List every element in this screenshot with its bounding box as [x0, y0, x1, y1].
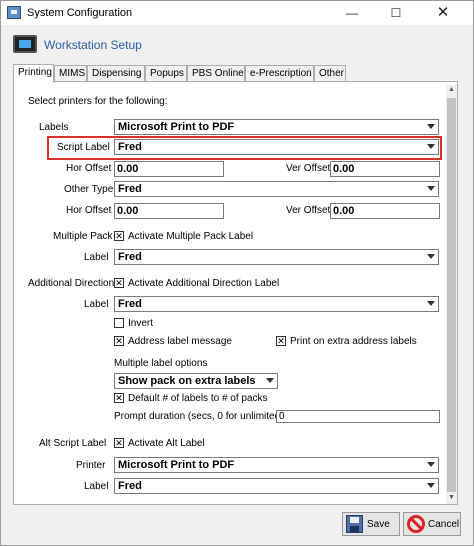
- multiple-label-options-heading: Multiple label options: [114, 358, 208, 369]
- show-pack-value: Show pack on extra labels: [118, 375, 256, 387]
- scrollbar-thumb[interactable]: [447, 98, 456, 492]
- label-label: Label: [84, 252, 109, 263]
- tab-pbs-online[interactable]: PBS Online: [187, 65, 245, 82]
- script-label-label: Script Label: [57, 142, 110, 153]
- alt-label-select[interactable]: Fred: [114, 478, 439, 494]
- labels-label: Labels: [39, 122, 69, 133]
- additional-direction-label-select[interactable]: Fred: [114, 296, 439, 312]
- chevron-down-icon: [427, 124, 435, 129]
- alt-printer-value: Microsoft Print to PDF: [118, 459, 235, 471]
- hor-offset-label: Hor Offset: [66, 163, 112, 174]
- intro-text: Select printers for the following:: [28, 96, 168, 107]
- hor-offset-label: Hor Offset: [66, 205, 112, 216]
- app-icon: [7, 6, 21, 19]
- cancel-icon: [407, 515, 425, 533]
- additional-direction-label: Additional Direction: [28, 278, 115, 289]
- tab-other[interactable]: Other: [314, 65, 346, 82]
- address-label-message-label: Address label message: [128, 336, 232, 347]
- show-pack-select[interactable]: Show pack on extra labels: [114, 373, 278, 389]
- close-button[interactable]: ✕: [428, 4, 458, 22]
- alt-script-label-label: Alt Script Label: [39, 438, 107, 449]
- system-configuration-window: System Configuration — ☐ ✕ Workstation S…: [0, 0, 474, 546]
- workstation-icon: [13, 35, 37, 53]
- alt-label-check-label: Activate Alt Label: [128, 438, 205, 449]
- multiple-pack-check-label: Activate Multiple Pack Label: [128, 231, 254, 242]
- chevron-down-icon: [427, 254, 435, 259]
- label-label: Label: [84, 299, 109, 310]
- printing-panel: Select printers for the following: Label…: [13, 81, 458, 505]
- multiple-pack-label-select[interactable]: Fred: [114, 249, 439, 265]
- script-label-value: Fred: [118, 141, 142, 153]
- tab-mims[interactable]: MIMS: [54, 65, 87, 82]
- labels-printer-value: Microsoft Print to PDF: [118, 121, 235, 133]
- ver-offset-label: Ver Offset: [286, 205, 331, 216]
- tab-dispensing[interactable]: Dispensing: [87, 65, 145, 82]
- other-type-label: Other Type: [64, 184, 114, 195]
- hor-offset-input-2[interactable]: 0.00: [114, 203, 224, 219]
- default-labels-checkbox[interactable]: ✕: [114, 393, 124, 403]
- print-on-extra-label: Print on extra address labels: [290, 336, 417, 347]
- alt-label-checkbox[interactable]: ✕: [114, 438, 124, 448]
- chevron-down-icon: [427, 462, 435, 467]
- prompt-duration-label: Prompt duration (secs, 0 for unlimited): [114, 411, 284, 422]
- labels-printer-select[interactable]: Microsoft Print to PDF: [114, 119, 439, 135]
- other-type-select[interactable]: Fred: [114, 181, 439, 197]
- ver-offset-label: Ver Offset: [286, 163, 331, 174]
- cancel-button-label: Cancel: [428, 519, 460, 530]
- chevron-down-icon: [427, 483, 435, 488]
- multiple-pack-label: Multiple Pack: [53, 231, 113, 242]
- tab-printing[interactable]: Printing: [13, 64, 54, 83]
- additional-direction-label-value: Fred: [118, 298, 142, 310]
- scroll-down-arrow-icon[interactable]: ▼: [446, 492, 457, 504]
- printer-label: Printer: [76, 460, 106, 471]
- chevron-down-icon: [427, 186, 435, 191]
- ver-offset-input[interactable]: 0.00: [330, 161, 440, 177]
- additional-direction-check-label: Activate Additional Direction Label: [128, 278, 280, 289]
- address-label-message-checkbox[interactable]: ✕: [114, 336, 124, 346]
- vertical-scrollbar[interactable]: ▲ ▼: [446, 84, 457, 504]
- invert-checkbox[interactable]: [114, 318, 124, 328]
- hor-offset-input[interactable]: 0.00: [114, 161, 224, 177]
- floppy-disk-icon: [346, 515, 363, 533]
- cancel-button[interactable]: Cancel: [403, 512, 461, 536]
- ver-offset-input-2[interactable]: 0.00: [330, 203, 440, 219]
- alt-label-value: Fred: [118, 480, 142, 492]
- window-title: System Configuration: [27, 7, 133, 19]
- chevron-down-icon: [427, 301, 435, 306]
- title-bar: System Configuration — ☐ ✕: [1, 1, 473, 25]
- prompt-duration-input[interactable]: 0: [276, 410, 440, 423]
- maximize-button[interactable]: ☐: [381, 4, 411, 22]
- default-labels-label: Default # of labels to # of packs: [128, 393, 268, 404]
- minimize-button[interactable]: —: [337, 4, 367, 22]
- save-button-label: Save: [367, 519, 390, 530]
- alt-printer-select[interactable]: Microsoft Print to PDF: [114, 457, 439, 473]
- script-label-select[interactable]: Fred: [114, 139, 439, 155]
- invert-check-label: Invert: [128, 318, 154, 329]
- print-on-extra-checkbox[interactable]: ✕: [276, 336, 286, 346]
- tab-e-prescription[interactable]: e-Prescription: [245, 65, 314, 82]
- save-button[interactable]: Save: [342, 512, 400, 536]
- scroll-up-arrow-icon[interactable]: ▲: [446, 84, 457, 96]
- chevron-down-icon: [266, 378, 274, 383]
- chevron-down-icon: [427, 144, 435, 149]
- page-title: Workstation Setup: [44, 38, 142, 52]
- other-type-value: Fred: [118, 183, 142, 195]
- label-label: Label: [84, 481, 109, 492]
- multiple-pack-checkbox[interactable]: ✕: [114, 231, 124, 241]
- tab-popups[interactable]: Popups: [145, 65, 187, 82]
- multiple-pack-label-value: Fred: [118, 251, 142, 263]
- additional-direction-checkbox[interactable]: ✕: [114, 278, 124, 288]
